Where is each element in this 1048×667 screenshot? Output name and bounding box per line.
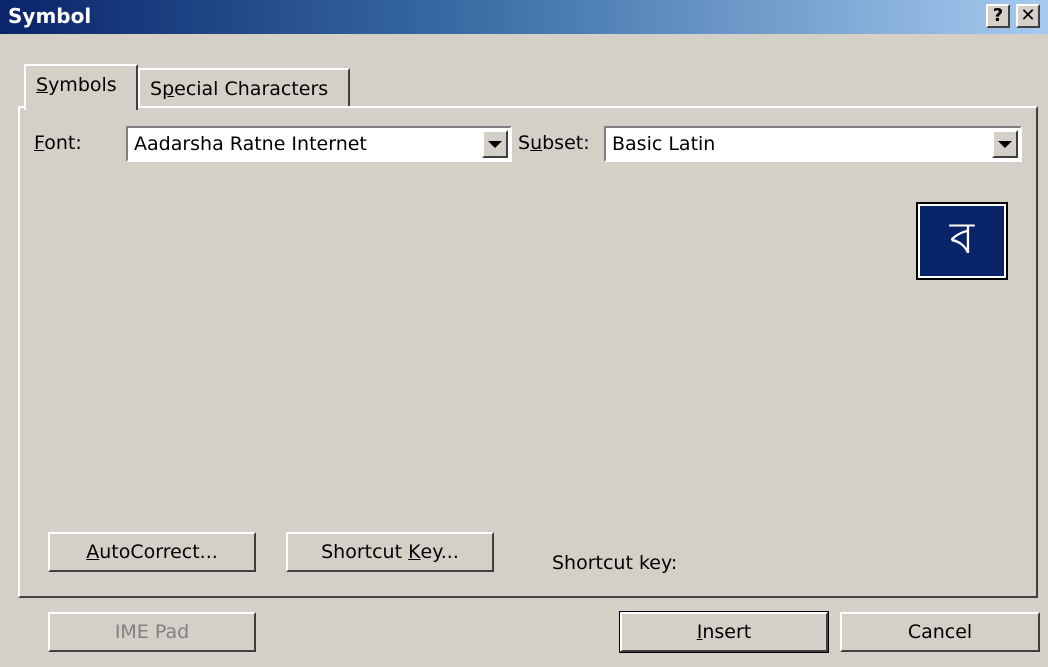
chevron-down-icon — [998, 140, 1012, 148]
btn-label: A — [86, 541, 100, 563]
tab-label: ecial Characters — [174, 78, 329, 100]
font-label-u: F — [34, 132, 45, 154]
insert-button[interactable]: Insert — [619, 611, 829, 653]
subset-combo[interactable]: Basic Latin — [604, 126, 1022, 162]
btn-label: IME Pad — [114, 621, 190, 643]
close-button[interactable]: ✕ — [1016, 4, 1040, 28]
tab-label: p — [162, 78, 175, 100]
autocorrect-button[interactable]: AutoCorrect... — [48, 532, 256, 572]
window-title: Symbol — [8, 4, 92, 28]
btn-label: ey... — [420, 541, 459, 563]
tab-symbols[interactable]: Symbols — [24, 64, 138, 110]
btn-label: Cancel — [907, 621, 973, 643]
subset-label-text: S — [518, 132, 531, 154]
font-dropdown-button[interactable] — [482, 130, 508, 158]
font-label: Font: — [34, 132, 82, 154]
close-icon: ✕ — [1020, 5, 1036, 26]
tab-label: ymbols — [48, 74, 117, 96]
btn-label: nsert — [702, 621, 752, 643]
help-icon: ? — [992, 5, 1004, 26]
subset-label-text: bset: — [542, 132, 590, 154]
btn-label: K — [408, 541, 421, 563]
subset-value: Basic Latin — [612, 133, 716, 155]
font-combo[interactable]: Aadarsha Ratne Internet — [126, 126, 512, 162]
help-button[interactable]: ? — [986, 4, 1010, 28]
tab-label: S — [150, 78, 163, 100]
shortcut-key-label: Shortcut key: — [552, 552, 678, 574]
chevron-down-icon — [488, 140, 502, 148]
font-label-text: ont: — [44, 132, 82, 154]
tab-label: S — [36, 74, 49, 96]
shortcut-key-button[interactable]: Shortcut Key... — [286, 532, 494, 572]
tab-special-characters[interactable]: Special Characters — [138, 68, 350, 108]
btn-label: utoCorrect... — [99, 541, 218, 563]
btn-label: Shortcut — [321, 541, 409, 563]
cancel-button[interactable]: Cancel — [840, 612, 1040, 652]
symbol-preview: ব — [916, 202, 1008, 280]
ime-pad-button[interactable]: IME Pad — [48, 612, 256, 652]
subset-dropdown-button[interactable] — [992, 130, 1018, 158]
subset-label-u: u — [530, 132, 543, 154]
font-value: Aadarsha Ratne Internet — [134, 133, 367, 155]
subset-label: Subset: — [518, 132, 590, 154]
symbols-panel: Font: Aadarsha Ratne Internet Subset: Ba… — [18, 106, 1038, 598]
title-bar: Symbol ? ✕ — [0, 0, 1048, 34]
